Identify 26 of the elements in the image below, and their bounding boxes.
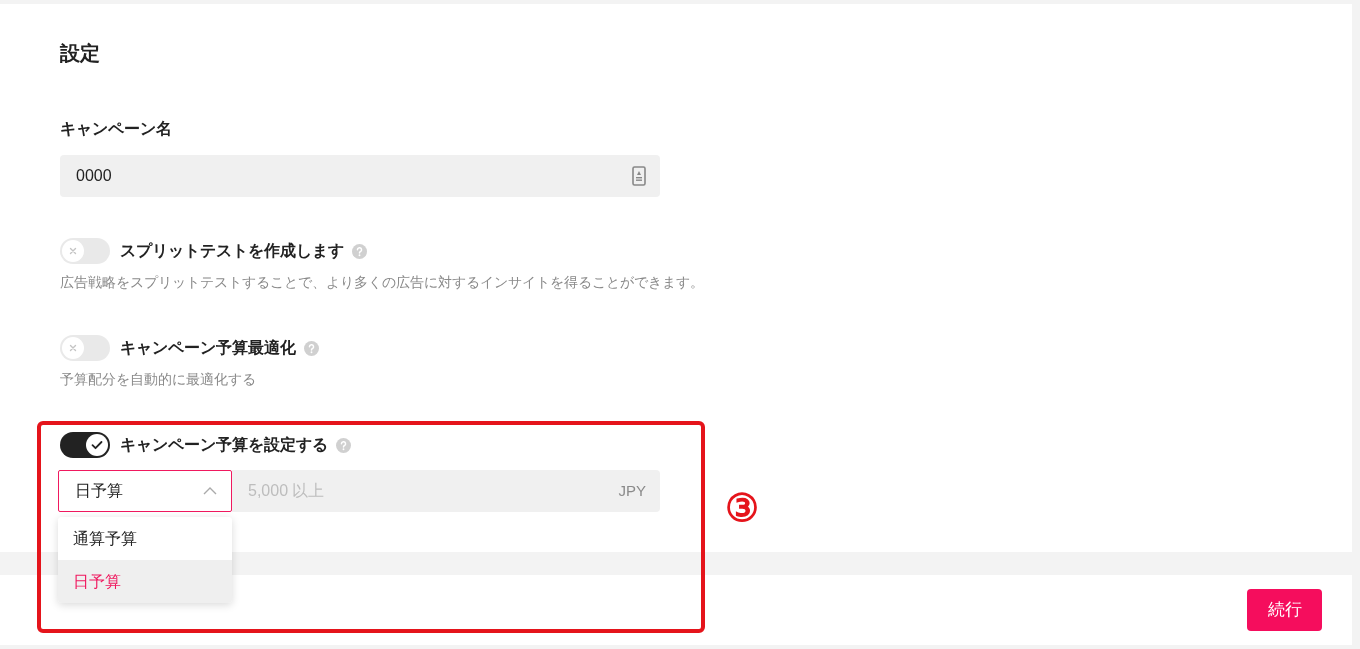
budget-type-select[interactable]: 日予算 [58,470,232,512]
annotation-number: ③ [725,486,759,530]
x-knob-icon [62,240,84,262]
x-knob-icon [62,337,84,359]
help-icon[interactable] [352,243,367,259]
toggle-description: 広告戦略をスプリットテストすることで、より多くの広告に対するインサイトを得ることができます。 [60,273,704,292]
toggle-switch[interactable] [60,238,110,264]
section-title: 設定 [60,41,100,66]
check-knob-icon [86,434,108,456]
field-label: キャンペーン名 [60,119,172,139]
toggle-label: キャンペーン予算を設定する [120,435,328,455]
toggle-label: スプリットテストを作成します [120,241,344,261]
continue-button[interactable]: 続行 [1247,589,1322,631]
toggle-description: 予算配分を自動的に最適化する [60,370,256,389]
field-value: 0000 [76,166,112,186]
toggle-switch[interactable] [60,335,110,361]
chevron-up-icon [203,487,217,495]
dropdown-option[interactable]: 日予算 [58,560,232,603]
person-card-icon[interactable] [632,166,646,186]
toggle-switch[interactable] [60,432,110,458]
help-icon[interactable] [336,437,351,453]
currency-label: JPY [618,480,646,501]
dropdown-option[interactable]: 通算予算 [58,517,232,560]
toggle-label: キャンペーン予算最適化 [120,338,296,358]
help-icon[interactable] [304,340,319,356]
campaign-name-field[interactable]: 0000 [60,155,660,197]
